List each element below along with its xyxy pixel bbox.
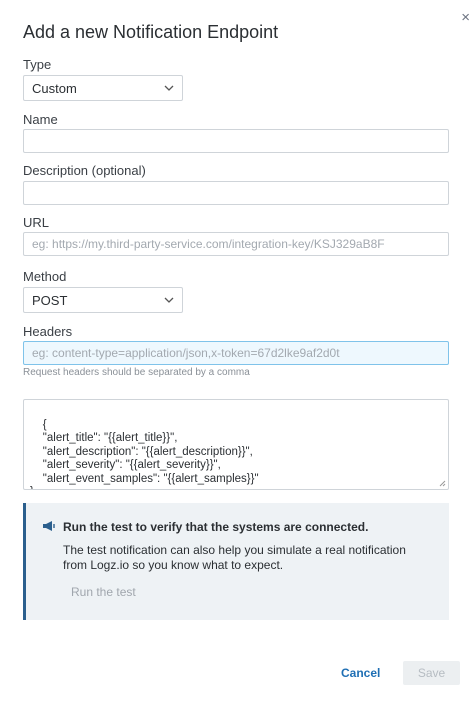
notification-endpoint-dialog: × Add a new Notification Endpoint Type C… [0, 0, 474, 703]
payload-body-textarea[interactable]: { "alert_title": "{{alert_title}}", "ale… [23, 399, 449, 490]
test-info-panel: Run the test to verify that the systems … [23, 503, 449, 620]
run-test-button[interactable]: Run the test [71, 585, 136, 599]
headers-hint: Request headers should be separated by a… [23, 367, 250, 378]
method-select[interactable]: POST [23, 287, 183, 313]
url-input[interactable] [23, 232, 449, 256]
headers-input[interactable] [23, 341, 449, 365]
save-button[interactable]: Save [403, 661, 460, 685]
payload-body-text: { "alert_title": "{{alert_title}}", "ale… [30, 418, 259, 490]
cancel-button[interactable]: Cancel [341, 666, 380, 680]
name-label: Name [23, 112, 58, 127]
type-label: Type [23, 57, 52, 72]
method-select-value: POST [32, 292, 68, 308]
megaphone-icon [43, 521, 55, 531]
name-input[interactable] [23, 129, 449, 153]
chevron-down-icon [164, 297, 174, 303]
type-select[interactable]: Custom [23, 75, 183, 101]
chevron-down-icon [164, 85, 174, 91]
resize-grip-icon[interactable] [438, 479, 446, 487]
description-input[interactable] [23, 181, 449, 205]
test-info-text: The test notification can also help you … [63, 543, 406, 572]
close-icon[interactable]: × [461, 10, 470, 25]
headers-label: Headers [23, 324, 73, 339]
test-info-heading: Run the test to verify that the systems … [63, 520, 369, 534]
url-label: URL [23, 215, 50, 230]
description-label: Description (optional) [23, 163, 146, 178]
method-label: Method [23, 269, 67, 284]
type-select-value: Custom [32, 80, 77, 96]
dialog-title: Add a new Notification Endpoint [23, 22, 279, 42]
